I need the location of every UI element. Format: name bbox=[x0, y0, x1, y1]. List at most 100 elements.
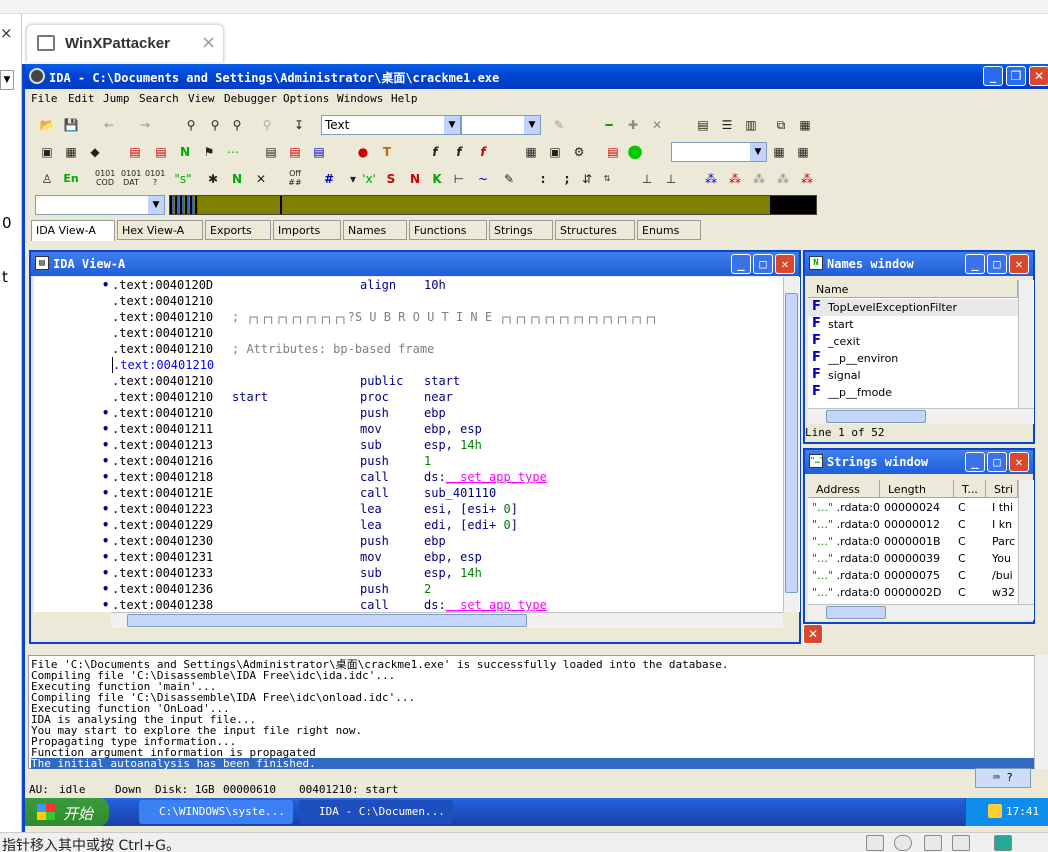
scroll-thumb[interactable] bbox=[826, 410, 926, 423]
function3-icon[interactable]: f bbox=[473, 142, 493, 162]
printer-icon[interactable] bbox=[866, 835, 884, 851]
offset-icon[interactable]: Off ## bbox=[285, 169, 305, 189]
code-icon[interactable]: 0101 COD bbox=[95, 169, 115, 189]
open-icon[interactable]: 📂 bbox=[37, 115, 57, 135]
close-button[interactable]: ✕ bbox=[775, 254, 795, 274]
bitwise-icon[interactable]: ⊢ bbox=[449, 169, 469, 189]
empty-combo[interactable]: ▼ bbox=[461, 115, 541, 135]
tab-hex-view[interactable]: Hex View-A bbox=[117, 220, 203, 240]
edit-icon[interactable]: ✎ bbox=[499, 169, 519, 189]
names-header[interactable]: Name bbox=[808, 280, 1018, 298]
name-icon[interactable]: N bbox=[227, 169, 247, 189]
function2-icon[interactable]: f bbox=[449, 142, 469, 162]
list-item[interactable]: F __p__fmode bbox=[808, 384, 1018, 401]
vertical-scrollbar[interactable] bbox=[783, 277, 799, 612]
segments-icon[interactable]: ▤ bbox=[261, 142, 281, 162]
tab-functions[interactable]: Functions bbox=[409, 220, 487, 240]
close-button[interactable]: ✕ bbox=[1009, 254, 1029, 274]
minimize-button[interactable]: _ bbox=[983, 66, 1003, 86]
minus-icon[interactable]: ━ bbox=[599, 115, 619, 135]
flag-icon[interactable]: ⚑ bbox=[199, 142, 219, 162]
menu-help[interactable]: Help bbox=[391, 92, 418, 105]
asterisk-icon[interactable]: ✱ bbox=[203, 169, 223, 189]
enum-icon[interactable]: N bbox=[405, 169, 425, 189]
jump-icon[interactable]: ↧ bbox=[289, 115, 309, 135]
close-button[interactable]: ✕ bbox=[803, 624, 823, 644]
tilde-icon[interactable]: ~ bbox=[473, 169, 493, 189]
seg2-icon[interactable]: ▤ bbox=[285, 142, 305, 162]
menu-edit[interactable]: Edit bbox=[68, 92, 95, 105]
pen-icon[interactable]: ✎ bbox=[549, 115, 569, 135]
code-line[interactable]: .text:00401210 ; Attributes: bp-based fra… bbox=[34, 341, 714, 357]
floppy-icon[interactable] bbox=[924, 835, 942, 851]
tree3-icon[interactable]: ⁂ bbox=[749, 169, 769, 189]
hash-icon[interactable]: # bbox=[319, 169, 339, 189]
func2-icon[interactable]: ▤ bbox=[151, 142, 171, 162]
find-icon[interactable]: ⚲ bbox=[257, 115, 277, 135]
network-icon[interactable] bbox=[952, 835, 970, 851]
col-string[interactable]: Stri bbox=[986, 480, 1018, 498]
code-line[interactable]: • .text:00401229 lea edi, [edi+ 0] bbox=[34, 517, 714, 533]
scroll-thumb[interactable] bbox=[785, 293, 798, 593]
code-line[interactable]: .text:00401210 ; ┌┐┌┐┌┐┌┐┌┐┌┐┌┐?S U B R O… bbox=[34, 309, 714, 325]
back-icon[interactable]: ← bbox=[99, 115, 119, 135]
delete-icon[interactable]: ✕ bbox=[251, 169, 271, 189]
tab-enums[interactable]: Enums bbox=[637, 220, 701, 240]
scroll-thumb[interactable] bbox=[127, 614, 527, 627]
char-icon[interactable]: 'x' bbox=[359, 169, 379, 189]
horizontal-scrollbar[interactable] bbox=[111, 612, 783, 628]
menu-debugger[interactable]: Debugger bbox=[224, 92, 277, 105]
tab-exports[interactable]: Exports bbox=[205, 220, 271, 240]
code-line[interactable]: .text:00401210 bbox=[34, 357, 714, 373]
table-row[interactable]: "…" .rdata:0... 0000001B C Parc bbox=[808, 533, 1018, 550]
report-icon[interactable]: ▤ bbox=[603, 142, 623, 162]
code-line[interactable]: • .text:00401231 mov ebp, esp bbox=[34, 549, 714, 565]
search-binary-icon[interactable]: ⚲ bbox=[181, 115, 201, 135]
strings-table[interactable]: Address Length T... Stri "…" .rdata:0...… bbox=[808, 480, 1018, 604]
close-icon[interactable]: × bbox=[201, 32, 216, 53]
task-cmd[interactable]: C:\WINDOWS\syste... bbox=[139, 800, 293, 824]
maximize-button[interactable]: □ bbox=[987, 452, 1007, 472]
col-address[interactable]: Address bbox=[808, 480, 880, 498]
type-icon[interactable]: T bbox=[377, 142, 397, 162]
navigation-band[interactable] bbox=[169, 195, 817, 215]
run-icon[interactable]: ● bbox=[625, 142, 645, 162]
tree5-icon[interactable]: ⁂ bbox=[797, 169, 817, 189]
restore-button[interactable]: ❐ bbox=[1006, 66, 1026, 86]
maximize-button[interactable]: □ bbox=[987, 254, 1007, 274]
chevron-down-icon[interactable]: ▼ bbox=[444, 116, 460, 134]
tray-icon[interactable] bbox=[988, 804, 1002, 818]
code-line[interactable]: .text:00401210 bbox=[34, 325, 714, 341]
code-line[interactable]: • .text:00401236 push 2 bbox=[34, 581, 714, 597]
text-search-combo[interactable]: Text ▼ bbox=[321, 115, 461, 135]
gear-icon[interactable]: ⚙ bbox=[569, 142, 589, 162]
table-row[interactable]: "…" .rdata:0... 0000002D Cw32 bbox=[808, 584, 1018, 601]
maximize-button[interactable]: □ bbox=[753, 254, 773, 274]
output-window[interactable]: File 'C:\Documents and Settings\Administ… bbox=[28, 655, 1036, 769]
disassembly-listing[interactable]: • .text:0040120D align 10h .text:00401210 .te… bbox=[34, 277, 800, 612]
chevron-down-icon[interactable]: ▼ bbox=[750, 143, 766, 161]
graph2-icon[interactable]: ⊥ bbox=[661, 169, 681, 189]
list-item[interactable]: F TopLevelExceptionFilter bbox=[808, 299, 1018, 316]
language-bar[interactable]: ⌨ ? bbox=[975, 768, 1031, 788]
func-icon[interactable]: ▤ bbox=[125, 142, 145, 162]
tab-ida-view[interactable]: IDA View-A bbox=[31, 220, 115, 241]
doc-icon[interactable]: ▣ bbox=[37, 142, 57, 162]
search-next-icon[interactable]: ⚲ bbox=[205, 115, 225, 135]
close-button[interactable]: ✕ bbox=[1029, 66, 1048, 86]
image-icon[interactable]: ▣ bbox=[545, 142, 565, 162]
tree-icon[interactable]: ⁂ bbox=[701, 169, 721, 189]
x-icon[interactable]: ✕ bbox=[647, 115, 667, 135]
minimize-button[interactable]: _ bbox=[965, 452, 985, 472]
close-icon[interactable]: × bbox=[0, 24, 13, 42]
col-type[interactable]: T... bbox=[954, 480, 986, 498]
code-line[interactable]: .text:00401210 bbox=[34, 293, 714, 309]
colon-icon[interactable]: : bbox=[533, 169, 553, 189]
forward-icon[interactable]: → bbox=[135, 115, 155, 135]
menu-search[interactable]: Search bbox=[139, 92, 179, 105]
tab-structures[interactable]: Structures bbox=[555, 220, 635, 240]
vertical-scrollbar[interactable] bbox=[1034, 655, 1048, 769]
menu-view[interactable]: View bbox=[188, 92, 215, 105]
menu-windows[interactable]: Windows bbox=[337, 92, 383, 105]
segment-combo[interactable]: ▼ bbox=[35, 195, 165, 215]
